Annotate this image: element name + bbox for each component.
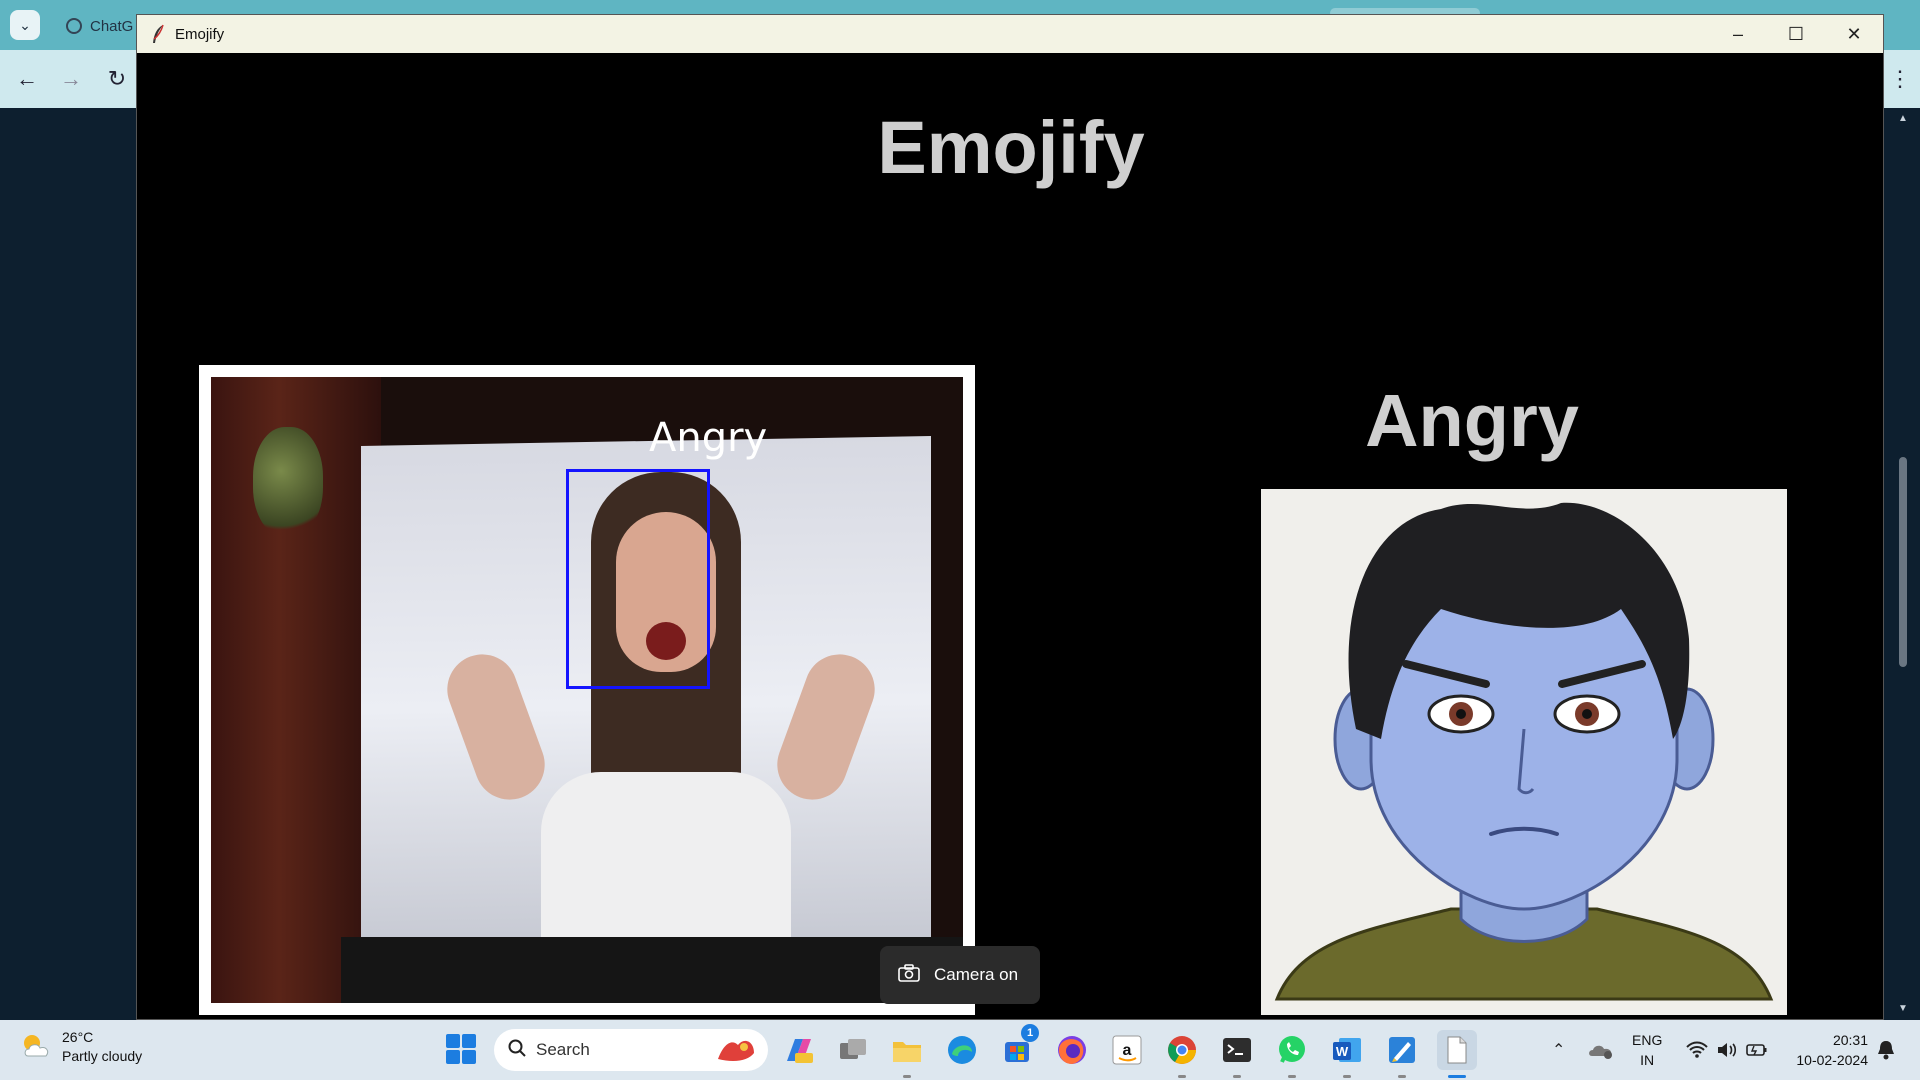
word-icon[interactable]: W — [1327, 1030, 1367, 1070]
amazon-icon[interactable]: a — [1107, 1030, 1147, 1070]
bell-icon — [1878, 1041, 1894, 1060]
battery-icon[interactable] — [1746, 1020, 1768, 1080]
video-emotion-label: Angry — [649, 415, 768, 461]
microsoft-store-icon[interactable]: 1 — [997, 1024, 1039, 1070]
clock-date: 10-02-2024 — [1796, 1052, 1868, 1068]
browser-menu-button[interactable]: ⋮ — [1889, 64, 1911, 94]
onedrive-icon[interactable] — [1588, 1020, 1614, 1080]
start-button[interactable] — [446, 1034, 476, 1064]
window-title: Emojify — [175, 25, 225, 43]
clock-time: 20:31 — [1832, 1032, 1868, 1048]
partly-cloudy-icon — [24, 1035, 49, 1057]
language-line2: IN — [1640, 1052, 1655, 1068]
search-placeholder: Search — [536, 1040, 590, 1059]
browser-tab-title: ChatG — [90, 17, 134, 35]
window-titlebar[interactable]: Emojify – ☐ ✕ — [137, 15, 1883, 53]
firefox-icon[interactable] — [1052, 1030, 1092, 1070]
search-icon — [508, 1039, 526, 1062]
emojify-window: Emojify – ☐ ✕ Emojify Angry Angry Camera… — [136, 14, 1884, 1020]
arrow-left-icon: ← — [16, 66, 38, 91]
more-vertical-icon: ⋮ — [1889, 66, 1911, 91]
whatsapp-icon[interactable] — [1272, 1030, 1312, 1070]
browser-tab[interactable]: ChatG — [56, 10, 143, 42]
browser-scrollbar[interactable]: ▲ ▼ — [1896, 112, 1910, 1016]
close-icon: ✕ — [1846, 23, 1862, 44]
emotion-result-label: Angry — [1365, 379, 1579, 462]
reload-button[interactable]: ↻ — [102, 64, 132, 94]
app-heading: Emojify — [877, 106, 1145, 189]
webcam-frame: Angry — [199, 365, 975, 1015]
face-detection-box — [566, 469, 710, 689]
camera-toast-text: Camera on — [934, 965, 1019, 984]
scrollbar-thumb[interactable] — [1899, 457, 1907, 667]
minimize-icon: – — [1732, 23, 1743, 44]
chevron-up-icon: ⌃ — [1552, 1042, 1566, 1059]
language-indicator[interactable]: ENG IN — [1632, 1030, 1662, 1070]
maximize-icon: ☐ — [1787, 23, 1805, 44]
windows-icon — [446, 1034, 460, 1048]
minimize-button[interactable]: – — [1709, 15, 1767, 53]
tk-app-taskbar-button[interactable] — [1437, 1030, 1477, 1070]
tab-search-dropdown[interactable]: ⌄ — [10, 10, 40, 40]
copilot-icon[interactable] — [778, 1030, 818, 1070]
volume-icon[interactable] — [1716, 1020, 1738, 1080]
taskbar: 26°C Partly cloudy Search 1 a W ⌃ ENG IN… — [0, 1020, 1920, 1080]
taskbar-search[interactable]: Search — [494, 1029, 768, 1071]
notification-bell-button[interactable] — [1876, 1020, 1896, 1080]
scroll-up-icon[interactable]: ▲ — [1896, 112, 1910, 126]
terminal-icon[interactable] — [1217, 1030, 1257, 1070]
show-hidden-icons-button[interactable]: ⌃ — [1552, 1020, 1565, 1080]
python-idle-icon[interactable] — [1382, 1030, 1422, 1070]
taskbar-clock[interactable]: 20:31 10-02-2024 — [1782, 1030, 1868, 1070]
back-button[interactable]: ← — [12, 64, 42, 94]
store-notification-badge: 1 — [1021, 1024, 1039, 1042]
maximize-button[interactable]: ☐ — [1767, 15, 1825, 53]
arrow-right-icon: → — [60, 66, 82, 91]
wifi-icon[interactable] — [1686, 1020, 1708, 1080]
svg-text:W: W — [1336, 1044, 1349, 1059]
forward-button[interactable]: → — [56, 64, 86, 94]
reload-icon: ↻ — [107, 66, 127, 91]
svg-text:a: a — [1123, 1042, 1132, 1059]
search-highlight-icon — [718, 1040, 754, 1061]
emoji-avatar — [1261, 489, 1787, 1015]
weather-widget[interactable]: 26°C Partly cloudy — [20, 1028, 142, 1066]
task-view-icon[interactable] — [833, 1030, 873, 1070]
browser-page-background — [0, 108, 136, 1020]
weather-condition: Partly cloudy — [62, 1048, 143, 1064]
edge-icon[interactable] — [942, 1030, 982, 1070]
webcam-feed: Angry — [211, 377, 963, 1003]
openai-icon — [66, 18, 82, 34]
chevron-down-icon: ⌄ — [19, 16, 31, 33]
file-explorer-icon[interactable] — [887, 1030, 927, 1070]
camera-icon — [898, 963, 920, 987]
language-line1: ENG — [1632, 1032, 1663, 1048]
scroll-down-icon[interactable]: ▼ — [1896, 1002, 1910, 1016]
camera-on-toast: Camera on — [880, 946, 1040, 1004]
tk-feather-icon — [147, 23, 169, 45]
weather-temperature: 26°C — [62, 1029, 94, 1045]
chrome-icon[interactable] — [1162, 1030, 1202, 1070]
close-button[interactable]: ✕ — [1825, 15, 1883, 53]
